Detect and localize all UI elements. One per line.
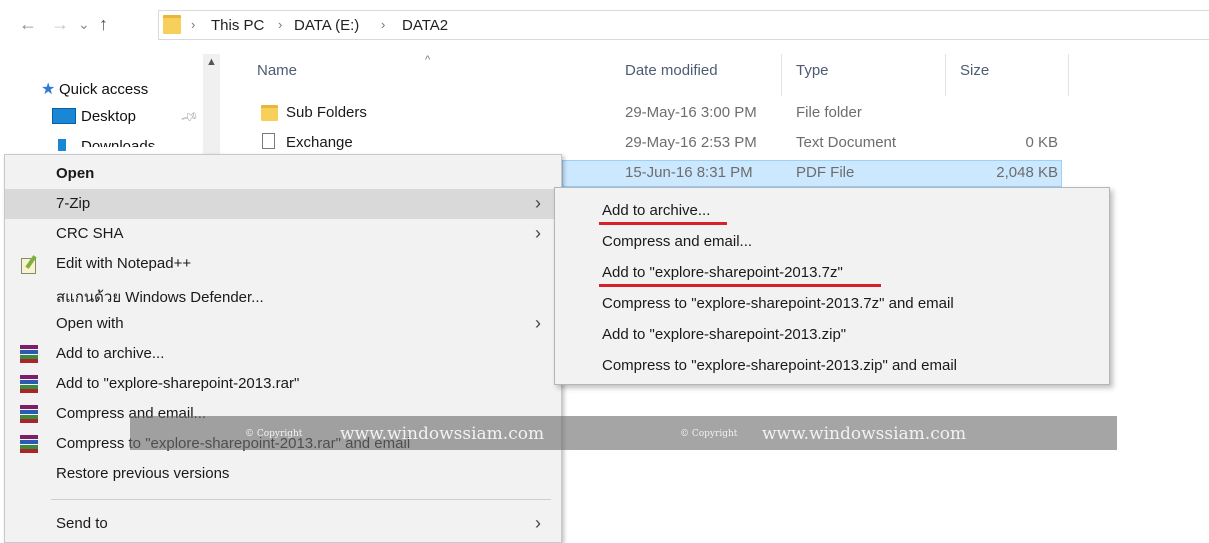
menu-item-edit-with-notepad[interactable]: Edit with Notepad++ xyxy=(5,249,561,279)
submenu-item-label: Add to archive... xyxy=(602,202,711,219)
file-size: 2,048 KB xyxy=(996,164,1058,181)
star-icon: ★ xyxy=(41,81,56,98)
annotation-underline xyxy=(599,284,881,287)
menu-item-open[interactable]: Open xyxy=(5,159,561,189)
nav-item-quick-access[interactable]: Quick access xyxy=(59,81,148,98)
file-type: Text Document xyxy=(796,134,897,151)
breadcrumb-separator: › xyxy=(191,17,196,32)
winrar-icon xyxy=(20,435,38,453)
submenu-item-label: Compress to "explore-sharepoint-2013.7z"… xyxy=(602,295,954,312)
watermark-site: www.windowssiam.com xyxy=(762,424,967,444)
menu-item-label: Open with xyxy=(56,315,124,332)
winrar-icon xyxy=(20,375,38,393)
folder-icon xyxy=(261,105,278,121)
recent-locations-chevron-icon[interactable]: ⌄ xyxy=(78,14,90,34)
submenu-item-label: Compress and email... xyxy=(602,233,753,250)
column-divider[interactable] xyxy=(945,54,946,96)
submenu-item-compress-to-7z-and-email[interactable]: Compress to "explore-sharepoint-2013.7z"… xyxy=(555,288,1109,318)
submenu-item-add-to-archive[interactable]: Add to archive... xyxy=(555,195,1109,225)
submenu-item-compress-to-zip-and-email[interactable]: Compress to "explore-sharepoint-2013.zip… xyxy=(555,350,1109,380)
file-date: 29-May-16 2:53 PM xyxy=(625,134,757,151)
menu-item-label: Edit with Notepad++ xyxy=(56,255,192,272)
watermark-banner: © Copyright www.windowssiam.com © Copyri… xyxy=(130,416,1117,450)
menu-item-label: Restore previous versions xyxy=(56,465,230,482)
scroll-up-arrow-icon[interactable]: ▲ xyxy=(206,56,217,68)
menu-item-7zip[interactable]: 7-Zip › xyxy=(5,189,561,219)
submenu-item-compress-and-email[interactable]: Compress and email... xyxy=(555,226,1109,256)
menu-separator xyxy=(51,499,551,500)
breadcrumb-item-data-e[interactable]: DATA (E:) xyxy=(294,17,359,34)
submenu-item-add-to-7z[interactable]: Add to "explore-sharepoint-2013.7z" xyxy=(555,257,1109,287)
file-size: 0 KB xyxy=(1025,134,1058,151)
breadcrumb-item-data2[interactable]: DATA2 xyxy=(402,17,448,34)
breadcrumb-separator: › xyxy=(278,17,283,32)
notepad-icon xyxy=(20,255,38,274)
nav-item-desktop[interactable]: Desktop xyxy=(81,108,136,125)
menu-item-restore-previous-versions[interactable]: Restore previous versions xyxy=(5,459,561,489)
file-type: File folder xyxy=(796,104,862,121)
submenu-item-label: Compress to "explore-sharepoint-2013.zip… xyxy=(602,357,957,374)
menu-item-scan-windows-defender[interactable]: สแกนด้วย Windows Defender... xyxy=(5,279,561,309)
winrar-icon xyxy=(20,405,38,423)
menu-item-label: สแกนด้วย Windows Defender... xyxy=(56,289,264,306)
text-file-icon xyxy=(262,133,275,149)
file-type: PDF File xyxy=(796,164,855,181)
navigation-bar: ← → ⌄ ↑ › This PC › DATA (E:) › DATA2 xyxy=(0,0,1209,52)
submenu-arrow-icon: › xyxy=(535,513,541,533)
menu-item-add-to-archive-rar[interactable]: Add to archive... xyxy=(5,339,561,369)
menu-item-send-to[interactable]: Send to › xyxy=(5,509,561,539)
back-arrow-icon[interactable]: ← xyxy=(19,14,37,34)
submenu-arrow-icon: › xyxy=(535,193,541,213)
file-name[interactable]: Exchange xyxy=(286,134,353,151)
submenu-item-label: Add to "explore-sharepoint-2013.7z" xyxy=(602,264,843,281)
menu-item-open-with[interactable]: Open with › xyxy=(5,309,561,339)
watermark-site: www.windowssiam.com xyxy=(340,424,545,444)
file-name[interactable]: Sub Folders xyxy=(286,104,367,121)
watermark-copyright: © Copyright xyxy=(245,429,303,439)
column-header-size[interactable]: Size xyxy=(960,62,989,79)
up-arrow-icon[interactable]: ↑ xyxy=(99,14,108,34)
column-header-date-modified[interactable]: Date modified xyxy=(625,62,718,79)
forward-arrow-icon[interactable]: → xyxy=(51,14,69,34)
desktop-icon xyxy=(52,108,76,124)
context-menu: Open 7-Zip › CRC SHA › Edit with Notepad… xyxy=(4,154,562,543)
submenu-item-label: Add to "explore-sharepoint-2013.zip" xyxy=(602,326,847,343)
menu-item-label: CRC SHA xyxy=(56,225,124,242)
menu-item-label: 7-Zip xyxy=(56,195,91,212)
sort-ascending-icon: ^ xyxy=(425,54,431,66)
downloads-icon xyxy=(58,139,66,151)
annotation-underline xyxy=(599,222,727,225)
column-divider[interactable] xyxy=(781,54,782,96)
menu-item-crc-sha[interactable]: CRC SHA › xyxy=(5,219,561,249)
watermark-copyright: © Copyright xyxy=(680,429,738,439)
submenu-arrow-icon: › xyxy=(535,223,541,243)
file-date: 15-Jun-16 8:31 PM xyxy=(625,164,753,181)
pin-icon[interactable]: 📌︎ xyxy=(180,107,200,127)
submenu-arrow-icon: › xyxy=(535,313,541,333)
nav-item-downloads[interactable]: Downloads xyxy=(81,138,155,147)
submenu-item-add-to-zip[interactable]: Add to "explore-sharepoint-2013.zip" xyxy=(555,319,1109,349)
submenu-7zip: Add to archive... Compress and email... … xyxy=(554,187,1110,385)
column-divider[interactable] xyxy=(1068,54,1069,96)
column-header-name[interactable]: Name xyxy=(257,62,297,79)
breadcrumb-separator: › xyxy=(381,17,386,32)
menu-item-label: Add to "explore-sharepoint-2013.rar" xyxy=(56,375,300,392)
menu-item-add-to-rar[interactable]: Add to "explore-sharepoint-2013.rar" xyxy=(5,369,561,399)
column-header-type[interactable]: Type xyxy=(796,62,829,79)
breadcrumb-item-this-pc[interactable]: This PC xyxy=(211,17,264,34)
menu-item-label: Open xyxy=(56,165,95,182)
file-date: 29-May-16 3:00 PM xyxy=(625,104,757,121)
menu-item-label: Add to archive... xyxy=(56,345,165,362)
menu-item-label: Send to xyxy=(56,515,108,532)
winrar-icon xyxy=(20,345,38,363)
